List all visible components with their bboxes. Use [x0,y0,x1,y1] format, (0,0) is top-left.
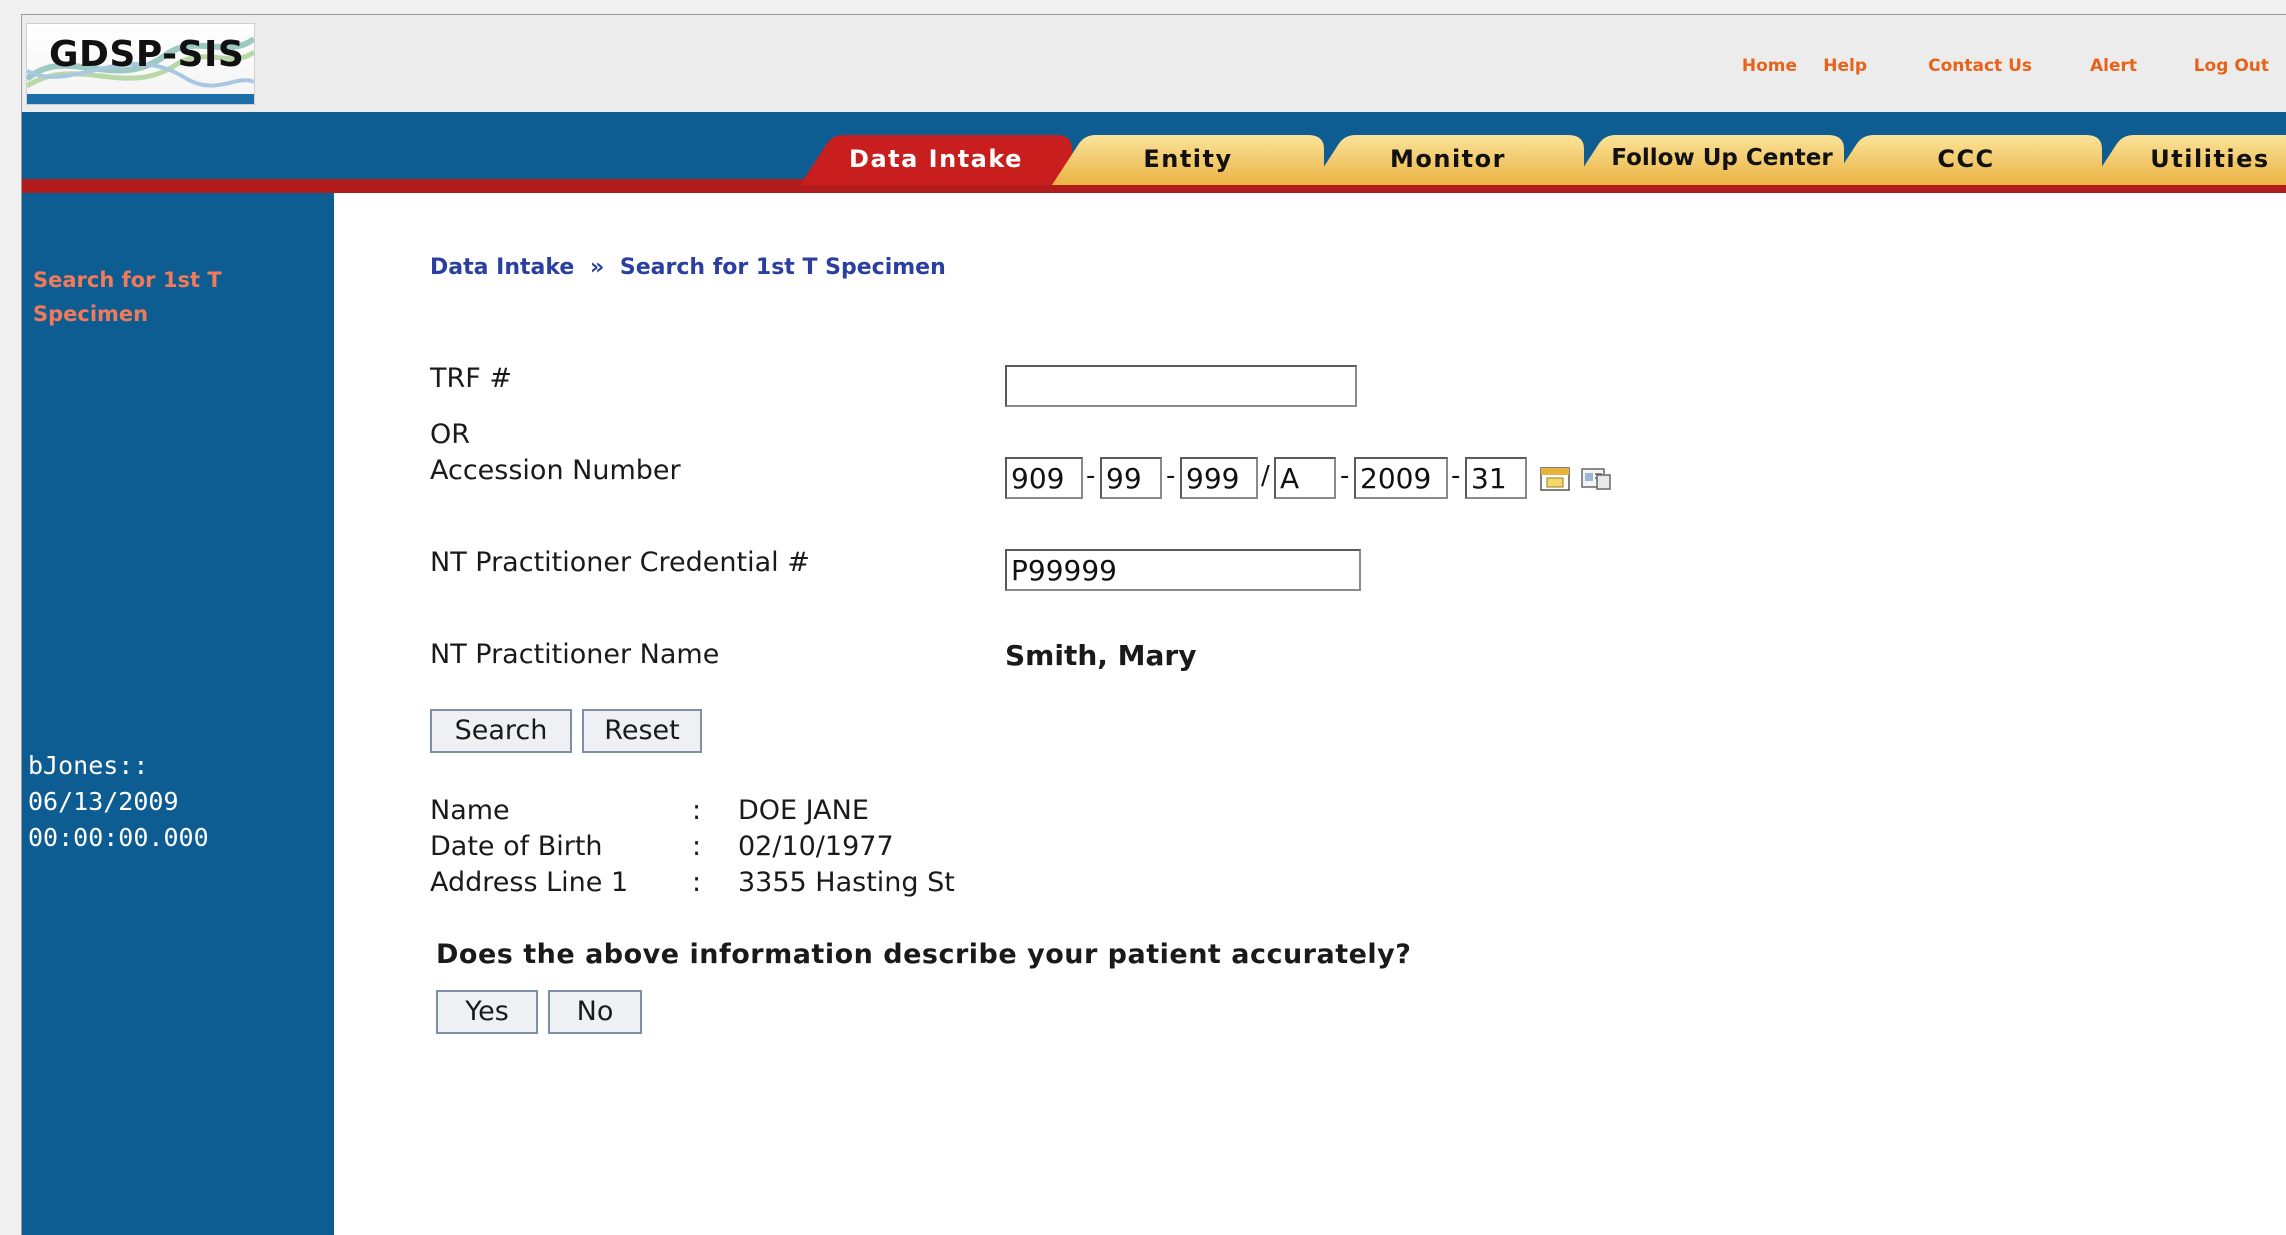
field-label: Name [430,795,510,826]
accession-part-1-input[interactable] [1005,457,1083,499]
logo-underline [27,94,254,104]
accession-part-6-input[interactable] [1465,457,1527,499]
home-link[interactable]: Home [1742,56,1797,76]
calendar-icon[interactable] [1539,463,1573,493]
no-button[interactable]: No [548,990,642,1034]
accession-part-5-input[interactable] [1354,457,1448,499]
tab-label: CCC [1937,145,1995,173]
tab-label: Entity [1143,145,1233,173]
tab-entity[interactable]: Entity [1052,135,1324,185]
contact-us-link[interactable]: Contact Us [1928,56,2032,76]
breadcrumb-root[interactable]: Data Intake [430,255,574,280]
tab-label: Follow Up Center [1611,145,1833,171]
main-content: Data Intake » Search for 1st T Specimen … [334,193,2286,1235]
tab-label: Utilities [2150,145,2270,173]
field-label: Address Line 1 [430,867,629,898]
session-info: bJones:: 06/13/2009 00:00:00.000 [28,748,209,856]
field-value: 3355 Hasting St [738,867,955,898]
accession-separator: - [1451,461,1461,491]
tab-follow-up-center[interactable]: Follow Up Center [1572,135,1844,185]
patient-field-name: Name : DOE JANE [430,795,1130,831]
field-colon: : [692,867,702,898]
field-colon: : [692,831,702,862]
tab-label: Monitor [1390,145,1506,173]
tab-ccc[interactable]: CCC [1830,135,2102,185]
search-button[interactable]: Search [430,709,572,753]
header-bar: GDSP-SIS Home Help Contact Us Alert Log … [22,15,2286,112]
reset-button[interactable]: Reset [582,709,702,753]
field-value: 02/10/1977 [738,831,894,862]
accession-number-label: Accession Number [430,455,681,486]
accession-separator: - [1340,461,1350,491]
patient-field-address: Address Line 1 : 3355 Hasting St [430,867,1130,903]
sidebar-item-search-1st-t-specimen[interactable]: Search for 1st T Specimen [33,263,293,331]
logo-text: GDSP-SIS [49,34,245,75]
practitioner-name-label: NT Practitioner Name [430,639,720,670]
breadcrumb-current: Search for 1st T Specimen [619,255,946,280]
accession-separator: - [1086,461,1096,491]
field-value: DOE JANE [738,795,869,826]
app-window: GDSP-SIS Home Help Contact Us Alert Log … [21,14,2286,1235]
field-label: Date of Birth [430,831,603,862]
alert-link[interactable]: Alert [2090,56,2137,76]
practitioner-name-value: Smith, Mary [1005,639,1197,672]
credential-input[interactable] [1005,549,1361,591]
yes-button[interactable]: Yes [436,990,538,1034]
accession-part-2-input[interactable] [1100,457,1162,499]
accession-slash: / [1261,461,1270,491]
tab-label: Data Intake [849,145,1023,173]
accession-part-3-input[interactable] [1180,457,1258,499]
patient-info: Name : DOE JANE Date of Birth : 02/10/19… [430,795,1130,905]
accession-part-4-input[interactable] [1274,457,1336,499]
patient-field-dob: Date of Birth : 02/10/1977 [430,831,1130,867]
accession-separator: - [1166,461,1176,491]
tab-utilities[interactable]: Utilities [2090,135,2286,185]
credential-label: NT Practitioner Credential # [430,547,810,578]
session-time: 00:00:00.000 [28,823,209,852]
field-colon: : [692,795,702,826]
tab-data-intake[interactable]: Data Intake [800,135,1072,185]
trf-input[interactable] [1005,365,1357,407]
trf-label: TRF # [430,363,512,394]
gdsp-sis-logo: GDSP-SIS [26,23,255,105]
session-user: bJones:: [28,751,149,780]
breadcrumb: Data Intake » Search for 1st T Specimen [430,255,946,280]
help-link[interactable]: Help [1823,56,1867,76]
sidebar: Search for 1st T Specimen bJones:: 06/13… [22,193,334,1235]
lookup-card-icon[interactable] [1579,463,1613,493]
tab-monitor[interactable]: Monitor [1312,135,1584,185]
session-date: 06/13/2009 [28,787,179,816]
confirm-question: Does the above information describe your… [436,939,1412,970]
or-label: OR [430,419,471,450]
log-out-link[interactable]: Log Out [2194,56,2269,76]
breadcrumb-separator: » [589,255,605,280]
